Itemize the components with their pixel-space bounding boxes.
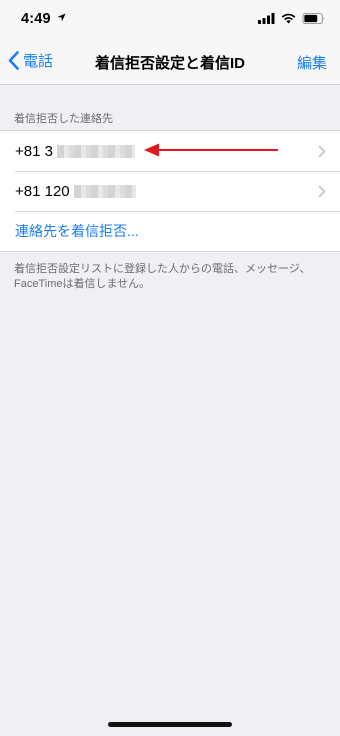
home-indicator[interactable] — [108, 722, 232, 727]
edit-button[interactable]: 編集 — [297, 52, 327, 73]
phone-number-prefix: +81 120 — [15, 182, 70, 200]
red-arrow-annotation — [144, 143, 278, 157]
block-contact-label: 連絡先を着信拒否... — [15, 223, 139, 239]
footer-note: 着信拒否設定リストに登録した人からの電話、メッセージ、FaceTimeは着信しま… — [14, 263, 311, 290]
blocked-contact-row[interactable]: +81 120 — [0, 171, 340, 211]
section-header: 着信拒否した連絡先 — [14, 113, 113, 125]
phone-number-prefix: +81 3 — [15, 142, 53, 160]
status-bar: 4:49 — [0, 0, 340, 40]
blurred-number — [56, 144, 135, 158]
battery-icon — [302, 13, 325, 24]
chevron-right-icon — [318, 145, 326, 158]
chevron-right-icon — [318, 185, 326, 198]
navigation-bar: 電話 着信拒否設定と着信ID 編集 — [0, 40, 340, 85]
block-contact-button[interactable]: 連絡先を着信拒否... — [0, 211, 340, 251]
status-time: 4:49 — [21, 11, 51, 27]
page-title: 着信拒否設定と着信ID — [94, 55, 245, 72]
signal-icon — [258, 13, 275, 24]
location-arrow-icon — [57, 13, 66, 22]
wifi-icon — [281, 13, 296, 24]
blurred-number — [73, 184, 136, 198]
